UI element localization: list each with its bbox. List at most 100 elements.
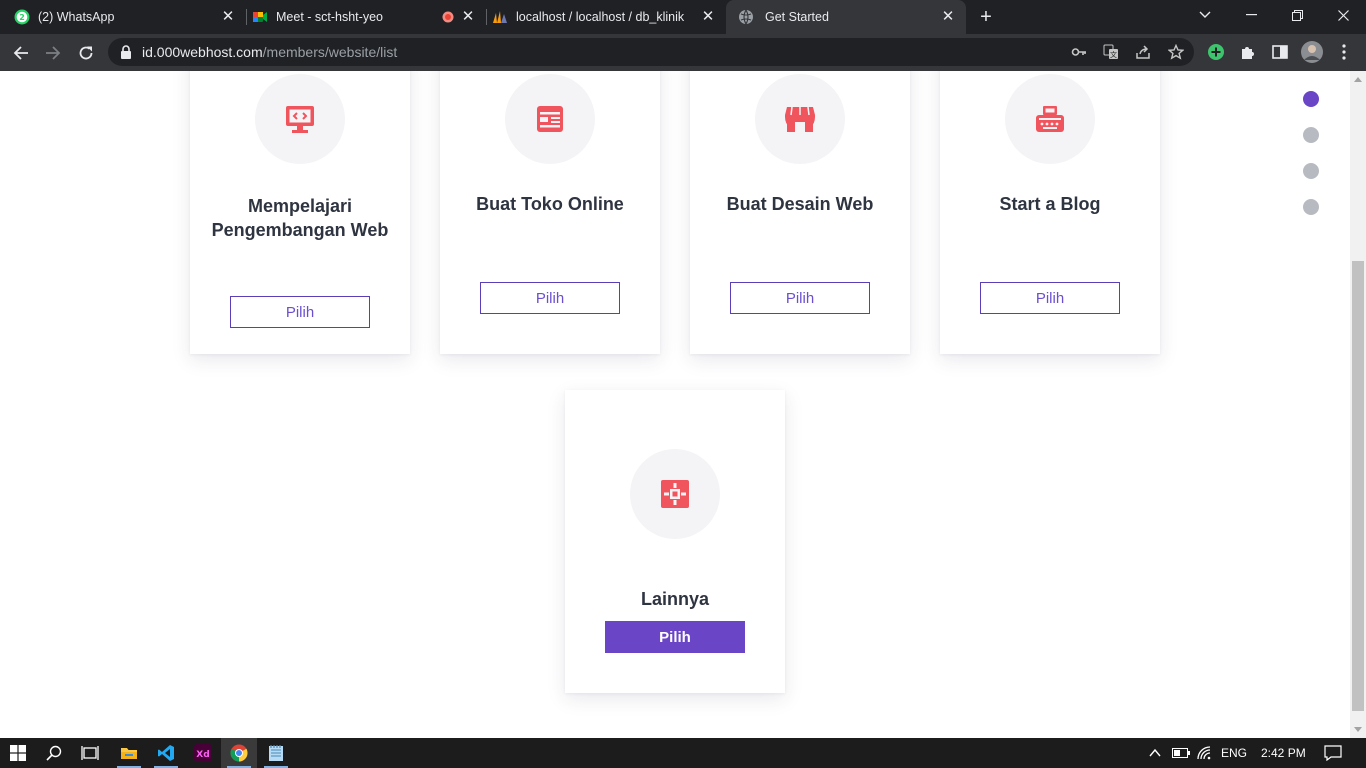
page-scrollbar[interactable] (1350, 71, 1366, 738)
chevron-up-icon[interactable] (1149, 748, 1161, 758)
pilih-button[interactable]: Pilih (480, 282, 620, 314)
notepad-icon (269, 745, 283, 761)
task-view-button[interactable] (72, 738, 108, 768)
step-dot-1[interactable] (1303, 91, 1319, 107)
restore-button[interactable] (1274, 0, 1320, 30)
card-title: Lainnya (640, 589, 710, 609)
online-store-icon (537, 106, 563, 132)
taskbar-adobe-xd[interactable]: Xd (185, 738, 221, 768)
google-meet-icon (253, 12, 267, 22)
tab-whatsapp[interactable]: 2 (2) WhatsApp ✕ (14, 0, 246, 34)
tab-meet[interactable]: Meet - sct-hsht-yeo ✕ (252, 0, 486, 34)
whatsapp-icon: 2 (14, 9, 30, 25)
forward-button[interactable] (40, 40, 66, 66)
scroll-down-icon[interactable] (1354, 727, 1362, 732)
task-view-icon (81, 746, 99, 760)
translate-icon[interactable]: 文 (1103, 44, 1119, 60)
clock[interactable]: 2:42 PM (1261, 746, 1306, 760)
vscode-icon (158, 745, 174, 761)
card-title: Start a Blog (999, 194, 1101, 214)
option-card-online-store[interactable]: Buat Toko Online Pilih (440, 71, 660, 354)
tab-search-button[interactable] (1182, 0, 1228, 30)
adobe-xd-icon: Xd (194, 744, 212, 762)
minimize-icon (1245, 14, 1257, 16)
scroll-thumb[interactable] (1352, 261, 1364, 711)
search-icon (46, 745, 62, 761)
tab-divider (486, 9, 487, 25)
taskbar-vscode[interactable] (148, 738, 184, 768)
puzzle-icon (661, 480, 689, 508)
reload-icon (79, 46, 93, 60)
bookmark-star-icon[interactable] (1168, 44, 1184, 60)
pilih-button[interactable]: Pilih (230, 296, 370, 328)
icon-circle (505, 74, 595, 164)
windows-taskbar: Xd ENG 2:42 PM (0, 738, 1366, 768)
arrow-right-icon (46, 46, 61, 60)
avatar[interactable] (1301, 41, 1323, 63)
svg-text:文: 文 (1110, 50, 1117, 59)
tab-title: localhost / localhost / db_klinik | (516, 10, 686, 24)
tab-phpmyadmin[interactable]: localhost / localhost / db_klinik | ✕ (492, 0, 726, 34)
card-title: Buat Desain Web (726, 194, 874, 214)
typewriter-icon (1036, 106, 1064, 132)
card-title: Buat Toko Online (476, 194, 624, 214)
share-icon[interactable] (1135, 44, 1151, 60)
lock-icon[interactable] (118, 44, 134, 60)
close-window-button[interactable] (1320, 0, 1366, 30)
pilih-button[interactable]: Pilih (980, 282, 1120, 314)
notification-icon[interactable] (1324, 745, 1342, 761)
file-explorer-icon (121, 748, 137, 759)
option-card-blog[interactable]: Start a Blog Pilih (940, 71, 1160, 354)
svg-text:2: 2 (19, 13, 25, 22)
language-indicator[interactable]: ENG (1221, 746, 1247, 760)
url-text[interactable]: id.000webhost.com/members/website/list (142, 44, 397, 60)
reload-button[interactable] (73, 40, 99, 66)
close-icon[interactable]: ✕ (940, 9, 956, 25)
storefront-icon (785, 106, 815, 132)
close-icon[interactable]: ✕ (700, 9, 716, 25)
card-title: Mempelajari Pengembangan Web (211, 196, 389, 240)
step-dot-4[interactable] (1303, 199, 1319, 215)
address-bar[interactable]: id.000webhost.com/members/website/list 文 (108, 38, 1194, 66)
restore-icon (1291, 9, 1303, 21)
taskbar-file-explorer[interactable] (111, 738, 147, 768)
tab-get-started[interactable]: Get Started ✕ (726, 0, 966, 34)
close-icon[interactable]: ✕ (460, 9, 476, 25)
taskbar-notepad[interactable] (258, 738, 294, 768)
icon-circle (255, 74, 345, 164)
url-host: id.000webhost.com (142, 44, 263, 60)
pilih-button[interactable]: Pilih (730, 282, 870, 314)
page-content: Mempelajari Pengembangan Web Pilih Buat … (0, 71, 1350, 738)
step-dot-2[interactable] (1303, 127, 1319, 143)
browser-tab-strip: 2 (2) WhatsApp ✕ Meet - sct-hsht-yeo ✕ l… (0, 0, 1366, 34)
taskbar-chrome[interactable] (221, 738, 257, 768)
chevron-down-icon (1199, 11, 1211, 18)
pilih-button[interactable]: Pilih (605, 621, 745, 653)
close-icon[interactable]: ✕ (220, 9, 236, 25)
option-card-other[interactable]: Lainnya Pilih (565, 390, 785, 693)
close-icon (1337, 9, 1349, 21)
wifi-icon[interactable] (1197, 746, 1213, 760)
side-panel-icon[interactable] (1271, 43, 1289, 61)
tab-title: (2) WhatsApp (38, 10, 115, 24)
key-icon[interactable] (1071, 44, 1087, 60)
arrow-left-icon (13, 46, 28, 60)
extension-add-icon[interactable] (1207, 43, 1225, 61)
option-card-web-development[interactable]: Mempelajari Pengembangan Web Pilih (190, 71, 410, 354)
icon-circle (630, 449, 720, 539)
tab-divider (246, 9, 247, 25)
chrome-icon (230, 744, 248, 762)
more-options-icon[interactable] (1334, 42, 1354, 62)
monitor-code-icon (286, 106, 314, 133)
battery-icon[interactable] (1172, 747, 1190, 759)
new-tab-button[interactable]: + (976, 7, 996, 27)
start-button[interactable] (0, 738, 36, 768)
minimize-button[interactable] (1228, 0, 1274, 30)
back-button[interactable] (8, 40, 34, 66)
step-dot-3[interactable] (1303, 163, 1319, 179)
svg-text:Xd: Xd (196, 750, 209, 760)
search-button[interactable] (36, 738, 72, 768)
scroll-up-icon[interactable] (1354, 77, 1362, 82)
puzzle-extensions-icon[interactable] (1239, 43, 1257, 61)
option-card-web-design[interactable]: Buat Desain Web Pilih (690, 71, 910, 354)
